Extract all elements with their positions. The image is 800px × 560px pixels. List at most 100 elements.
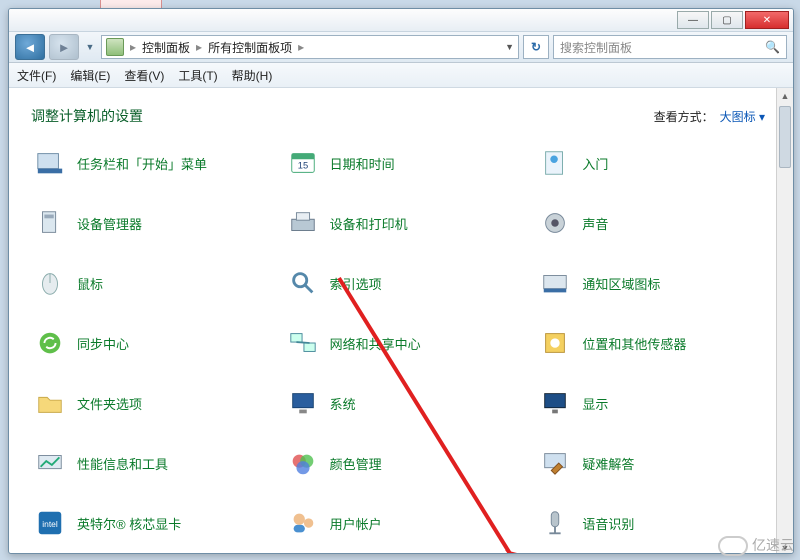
forward-button[interactable]: ► [49,34,79,60]
watermark: 亿速云 [718,535,794,556]
folder-options-icon [33,386,67,420]
menu-edit[interactable]: 编辑(E) [70,67,110,84]
cp-item-folder-options[interactable]: 文件夹选项 [27,380,270,426]
cp-item-system[interactable]: 系统 [280,380,523,426]
content-area: 调整计算机的设置 查看方式： 大图标 ▾ 任务栏和「开始」菜单 15 日期和时间 入门… [9,88,793,554]
device-manager-icon [33,206,67,240]
minimize-button[interactable]: — [677,11,709,29]
cp-item-label: 英特尔® 核芯显卡 [77,514,181,533]
scroll-up-button[interactable]: ▲ [777,88,793,104]
breadcrumb-leaf[interactable]: 所有控制面板项 [208,39,292,56]
cp-item-label: 同步中心 [77,334,129,353]
menu-tools[interactable]: 工具(T) [178,67,217,84]
troubleshoot-icon [538,446,572,480]
cp-item-performance[interactable]: 性能信息和工具 [27,440,270,486]
refresh-button[interactable]: ↻ [523,35,549,59]
cp-item-label: 鼠标 [77,274,103,293]
cp-item-color-mgmt[interactable]: 颜色管理 [280,440,523,486]
cp-item-label: 设备和打印机 [330,214,408,233]
cp-item-label: 用户帐户 [330,514,382,533]
cp-item-location-sensors[interactable]: 位置和其他传感器 [532,320,775,366]
taskbar-icon [33,146,67,180]
cp-item-label: 索引选项 [330,274,382,293]
navbar: ◄ ► ▼ ▸ 控制面板 ▸ 所有控制面板项 ▸ ▼ ↻ 搜索控制面板 � [9,32,793,63]
search-placeholder: 搜索控制面板 [560,39,632,56]
cp-item-intel-graphics[interactable]: intel 英特尔® 核芯显卡 [27,500,270,546]
datetime-icon: 15 [286,146,320,180]
cp-item-label: 入门 [582,154,608,173]
network-sharing-icon [286,326,320,360]
cp-item-troubleshoot[interactable]: 疑难解答 [532,440,775,486]
cp-item-taskbar[interactable]: 任务栏和「开始」菜单 [27,140,270,186]
cp-item-network-sharing[interactable]: 网络和共享中心 [280,320,523,366]
intel-graphics-icon: intel [33,506,67,540]
cp-item-label: 性能信息和工具 [77,454,168,473]
svg-text:intel: intel [42,519,58,529]
address-dropdown[interactable]: ▼ [505,42,514,52]
cp-item-label: 文件夹选项 [77,394,142,413]
devices-printers-icon [286,206,320,240]
cp-item-mouse[interactable]: 鼠标 [27,260,270,306]
content-header: 调整计算机的设置 查看方式： 大图标 ▾ [9,88,793,134]
control-panel-window: — ▢ ✕ ◄ ► ▼ ▸ 控制面板 ▸ 所有控制面板项 ▸ ▼ [8,8,794,554]
cp-item-label: 疑难解答 [582,454,634,473]
viewmode-label: 查看方式： [654,108,714,125]
cp-item-label: 语音识别 [582,514,634,533]
chevron-right-icon: ▸ [298,40,304,54]
color-mgmt-icon [286,446,320,480]
close-button[interactable]: ✕ [745,11,789,29]
search-input[interactable]: 搜索控制面板 🔍 [553,35,787,59]
display-icon [538,386,572,420]
cp-item-getting-started[interactable]: 入门 [532,140,775,186]
cp-item-label: 显示 [582,394,608,413]
cp-item-display[interactable]: 显示 [532,380,775,426]
cp-item-devices-printers[interactable]: 设备和打印机 [280,200,523,246]
cp-item-label: 设备管理器 [77,214,142,233]
page-title: 调整计算机的设置 [31,106,143,126]
user-accounts-icon [286,506,320,540]
cp-item-label: 任务栏和「开始」菜单 [77,154,207,173]
cp-item-label: 颜色管理 [330,454,382,473]
titlebar: — ▢ ✕ [9,9,793,32]
items-grid: 任务栏和「开始」菜单 15 日期和时间 入门设备管理器 设备和打印机 声音鼠标 索引选项 通知… [9,134,793,554]
cp-item-label: 声音 [582,214,608,233]
cp-item-sound[interactable]: 声音 [532,200,775,246]
cp-item-label: 位置和其他传感器 [582,334,686,353]
performance-icon [33,446,67,480]
cp-item-label: 日期和时间 [330,154,395,173]
scroll-thumb[interactable] [779,106,791,168]
back-button[interactable]: ◄ [15,34,45,60]
cp-item-device-manager[interactable]: 设备管理器 [27,200,270,246]
cp-item-sync-center[interactable]: 同步中心 [27,320,270,366]
cp-item-label: 通知区域图标 [582,274,660,293]
system-icon [286,386,320,420]
maximize-button[interactable]: ▢ [711,11,743,29]
search-icon: 🔍 [765,40,780,54]
menu-help[interactable]: 帮助(H) [232,67,273,84]
cp-item-indexing[interactable]: 索引选项 [280,260,523,306]
refresh-icon: ↻ [531,40,541,54]
svg-text:15: 15 [297,161,307,171]
location-sensors-icon [538,326,572,360]
chevron-right-icon: ▸ [130,40,136,54]
cp-item-label: 网络和共享中心 [330,334,421,353]
cp-item-label: 系统 [330,394,356,413]
cp-item-datetime[interactable]: 15 日期和时间 [280,140,523,186]
cp-item-user-accounts[interactable]: 用户帐户 [280,500,523,546]
mouse-icon [33,266,67,300]
breadcrumb-root[interactable]: 控制面板 [142,39,190,56]
menu-view[interactable]: 查看(V) [124,67,164,84]
indexing-icon [286,266,320,300]
cp-item-notification-icons[interactable]: 通知区域图标 [532,260,775,306]
chevron-right-icon: ▸ [196,40,202,54]
arrow-left-icon: ◄ [24,40,37,55]
address-bar[interactable]: ▸ 控制面板 ▸ 所有控制面板项 ▸ ▼ [101,35,519,59]
menu-file[interactable]: 文件(F) [17,67,56,84]
cloud-icon [718,536,748,556]
arrow-right-icon: ► [58,40,71,55]
viewmode-dropdown[interactable]: 大图标 ▾ [720,108,765,125]
sound-icon [538,206,572,240]
history-dropdown[interactable]: ▼ [83,35,97,59]
speech-icon [538,506,572,540]
vertical-scrollbar[interactable]: ▲ ▼ [776,88,793,554]
